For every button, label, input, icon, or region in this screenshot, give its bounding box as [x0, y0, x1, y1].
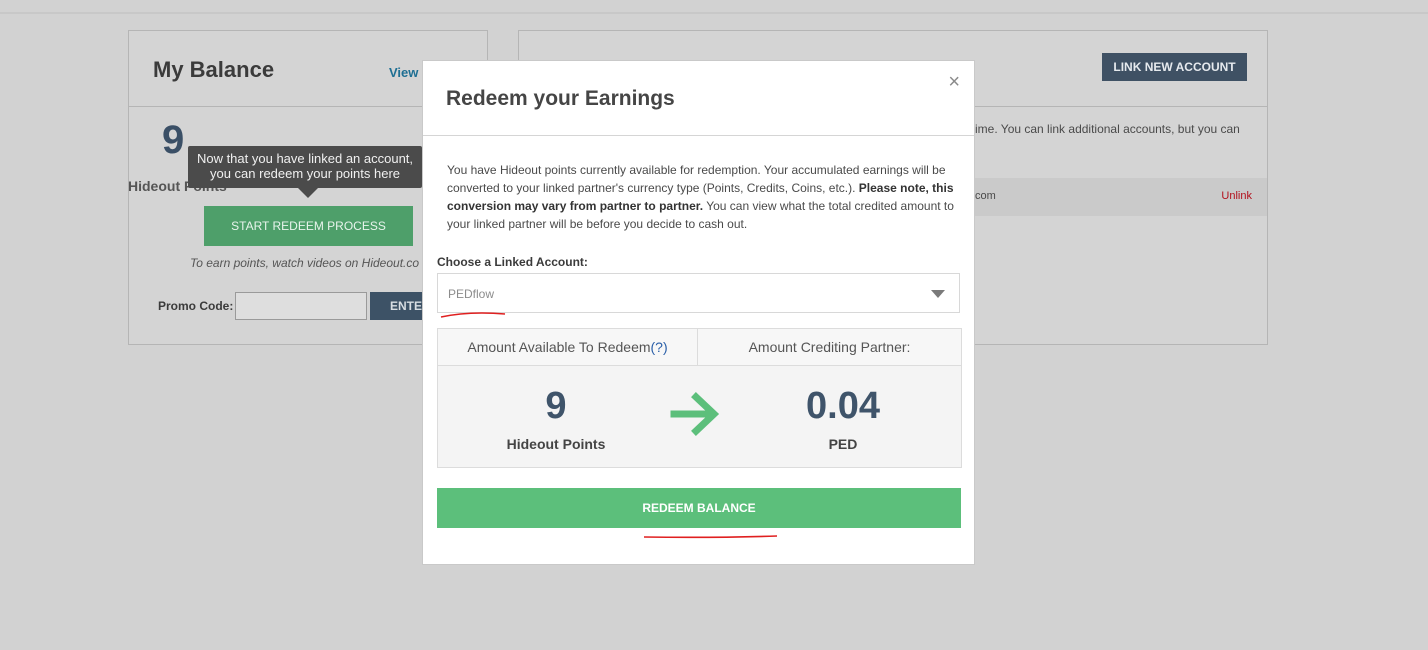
- annotation-underline-account: [440, 312, 506, 318]
- credit-value: 0.04: [806, 385, 880, 427]
- amount-crediting-header: Amount Crediting Partner:: [748, 339, 911, 355]
- arrow-right-icon: [670, 392, 720, 436]
- credit-unit: PED: [828, 436, 858, 452]
- amount-summary-header: Amount Available To Redeem(?) Amount Cre…: [438, 329, 961, 366]
- promo-enter-button[interactable]: ENTER: [370, 292, 424, 320]
- linked-account-row: com Unlink: [975, 178, 1267, 216]
- amount-available-label: Amount Available To Redeem: [467, 339, 651, 355]
- top-divider: [0, 12, 1428, 14]
- accounts-info-text: ime. You can link additional accounts, b…: [975, 122, 1240, 136]
- amount-summary: Amount Available To Redeem(?) Amount Cre…: [437, 328, 962, 468]
- balance-number: 9: [162, 118, 185, 162]
- linked-account-name: com: [975, 190, 996, 202]
- start-redeem-button[interactable]: START REDEEM PROCESS: [204, 206, 413, 246]
- promo-code-input[interactable]: [235, 292, 367, 320]
- redeem-modal: Redeem your Earnings × You have Hideout …: [422, 60, 975, 565]
- annotation-underline-redeem: [643, 535, 778, 539]
- redeem-description: You have Hideout points currently availa…: [447, 161, 957, 233]
- redeem-tooltip: Now that you have linked an account, you…: [188, 146, 422, 188]
- points-value: 9: [545, 385, 567, 427]
- redeem-balance-button[interactable]: REDEEM BALANCE: [437, 488, 961, 528]
- selected-account-value: PEDflow: [448, 287, 495, 301]
- promo-code-label: Promo Code:: [158, 299, 234, 313]
- earn-points-note: To earn points, watch videos on Hideout.…: [190, 256, 420, 270]
- close-icon[interactable]: ×: [948, 71, 960, 94]
- link-new-account-button[interactable]: LINK NEW ACCOUNT: [1102, 53, 1247, 81]
- chevron-down-icon: [931, 290, 945, 298]
- modal-title: Redeem your Earnings: [446, 87, 675, 110]
- balance-title: My Balance: [153, 57, 275, 82]
- points-unit: Hideout Points: [506, 436, 606, 452]
- tooltip-pointer: [298, 188, 318, 198]
- help-icon[interactable]: (?): [651, 339, 668, 355]
- amount-available-header: Amount Available To Redeem(?): [438, 329, 698, 365]
- linked-account-select[interactable]: PEDflow: [437, 273, 960, 313]
- unlink-link[interactable]: Unlink: [1221, 190, 1252, 202]
- view-link[interactable]: View: [389, 65, 418, 80]
- modal-header: Redeem your Earnings ×: [423, 61, 974, 136]
- choose-account-label: Choose a Linked Account:: [437, 255, 588, 269]
